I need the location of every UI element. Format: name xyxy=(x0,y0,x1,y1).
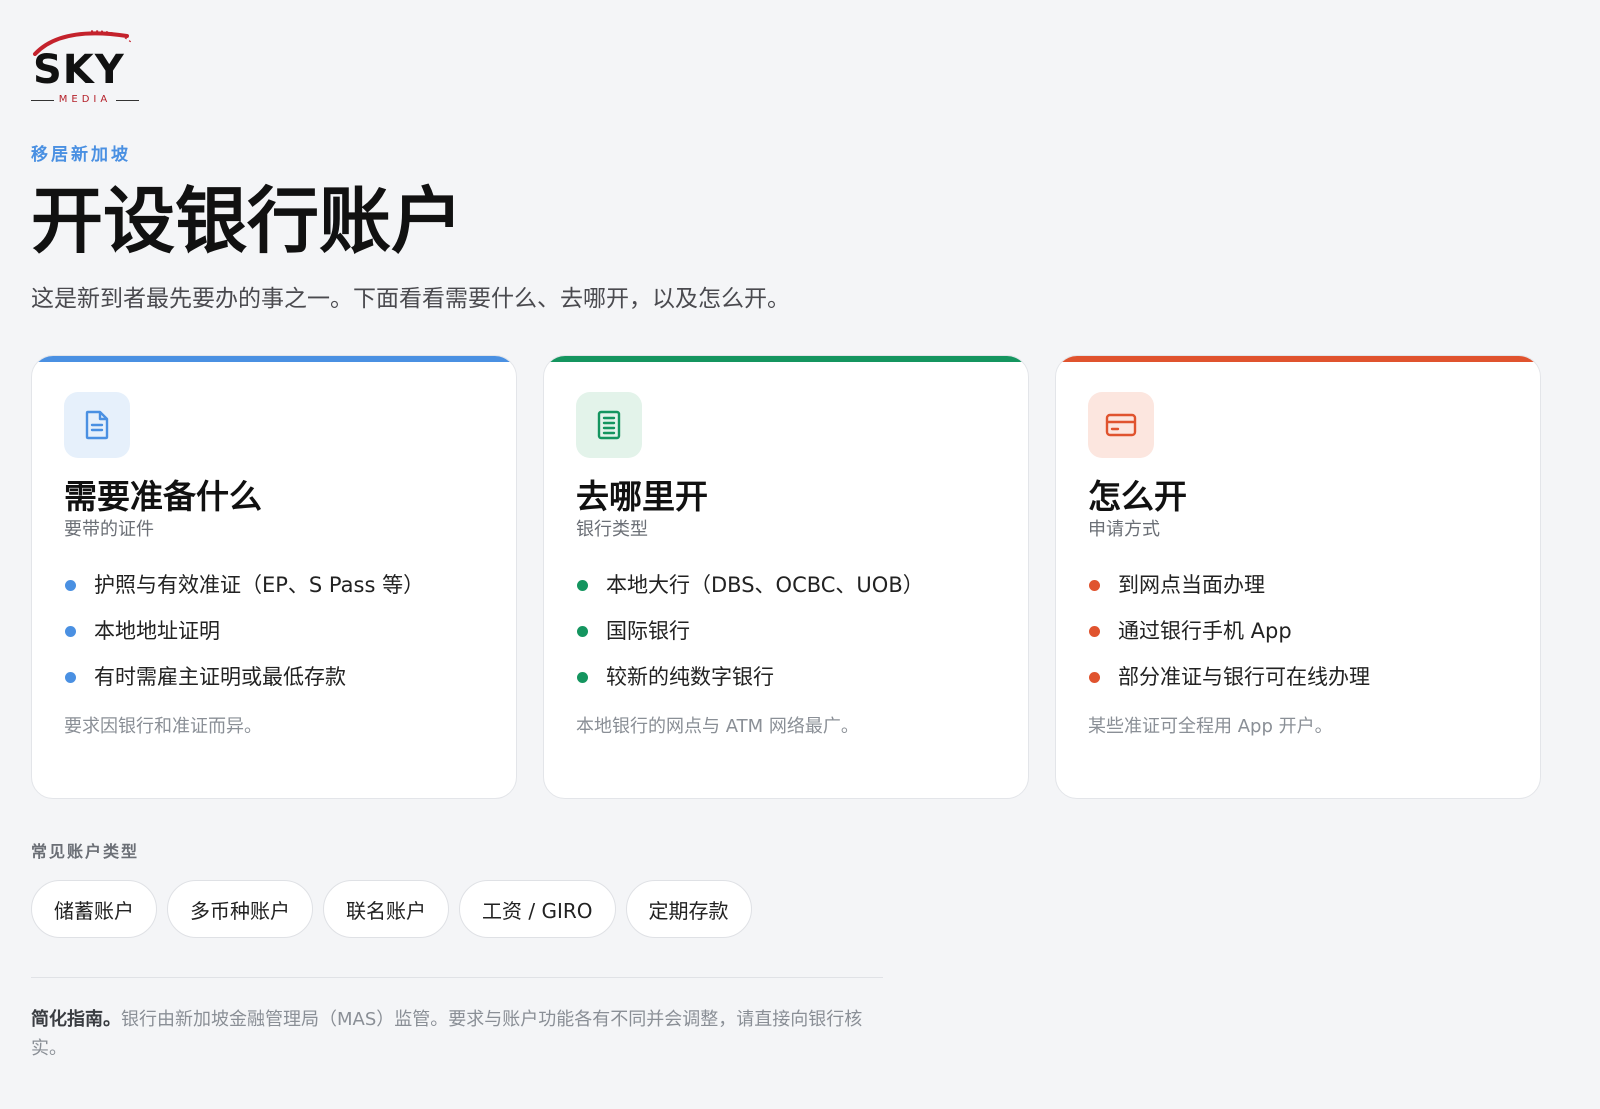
list-item: 本地大行（DBS、OCBC、UOB） xyxy=(576,570,996,600)
card-list: 本地大行（DBS、OCBC、UOB） 国际银行 较新的纯数字银行 xyxy=(576,570,996,692)
sky-media-logo: SKY MEDIA xyxy=(31,26,141,105)
list-item: 部分准证与银行可在线办理 xyxy=(1088,662,1508,692)
footer-bold: 简化指南。 xyxy=(31,1009,121,1030)
card-note: 本地银行的网点与 ATM 网络最广。 xyxy=(576,716,859,737)
divider xyxy=(31,977,883,978)
card-subtitle: 要带的证件 xyxy=(64,519,154,540)
chip-salary-giro[interactable]: 工资 / GIRO xyxy=(459,880,616,938)
eyebrow: 移居新加坡 xyxy=(31,145,131,165)
chip-fixed-deposit[interactable]: 定期存款 xyxy=(625,880,752,938)
card-note: 某些准证可全程用 App 开户。 xyxy=(1088,716,1333,737)
lead-text: 这是新到者最先要办的事之一。下面看看需要什么、去哪开，以及怎么开。 xyxy=(31,286,790,312)
list-item: 本地地址证明 xyxy=(64,616,484,646)
chip-savings[interactable]: 储蓄账户 xyxy=(31,880,157,938)
page-title: 开设银行账户 xyxy=(31,178,464,263)
account-types-label: 常见账户类型 xyxy=(31,842,140,861)
card-title: 去哪里开 xyxy=(576,477,708,516)
card-accent-bar xyxy=(544,356,1028,362)
logo-subtitle: MEDIA xyxy=(31,94,139,106)
list-item: 国际银行 xyxy=(576,616,996,646)
chip-multi-currency[interactable]: 多币种账户 xyxy=(167,880,313,938)
card-accent-bar xyxy=(1056,356,1540,362)
list-item: 护照与有效准证（EP、S Pass 等） xyxy=(64,570,484,600)
footer-note: 简化指南。银行由新加坡金融管理局（MAS）监管。要求与账户功能各有不同并会调整，… xyxy=(31,1005,891,1063)
info-cards: 需要准备什么 要带的证件 护照与有效准证（EP、S Pass 等） 本地地址证明… xyxy=(31,355,1569,799)
card-list: 到网点当面办理 通过银行手机 App 部分准证与银行可在线办理 xyxy=(1088,570,1508,692)
logo-sub-text: MEDIA xyxy=(58,94,112,105)
document-icon xyxy=(64,392,130,458)
footer-text: 银行由新加坡金融管理局（MAS）监管。要求与账户功能各有不同并会调整，请直接向银… xyxy=(31,1009,863,1059)
card-accent-bar xyxy=(32,356,516,362)
list-item: 有时需雇主证明或最低存款 xyxy=(64,662,484,692)
page: SKY MEDIA 移居新加坡 开设银行账户 这是新到者最先要办的事之一。下面看… xyxy=(0,0,1600,1109)
credit-card-icon xyxy=(1088,392,1154,458)
card-where-to-open: 去哪里开 银行类型 本地大行（DBS、OCBC、UOB） 国际银行 较新的纯数字… xyxy=(543,355,1029,799)
card-title: 需要准备什么 xyxy=(64,477,262,516)
logo-word: SKY xyxy=(33,47,125,93)
account-type-chips: 储蓄账户 多币种账户 联名账户 工资 / GIRO 定期存款 xyxy=(31,880,752,938)
card-how-to-open: 怎么开 申请方式 到网点当面办理 通过银行手机 App 部分准证与银行可在线办理… xyxy=(1055,355,1541,799)
list-item: 到网点当面办理 xyxy=(1088,570,1508,600)
card-list: 护照与有效准证（EP、S Pass 等） 本地地址证明 有时需雇主证明或最低存款 xyxy=(64,570,484,692)
card-what-to-prepare: 需要准备什么 要带的证件 护照与有效准证（EP、S Pass 等） 本地地址证明… xyxy=(31,355,517,799)
card-title: 怎么开 xyxy=(1088,477,1187,516)
card-subtitle: 银行类型 xyxy=(576,519,648,540)
card-note: 要求因银行和准证而异。 xyxy=(64,716,262,737)
chip-joint[interactable]: 联名账户 xyxy=(323,880,449,938)
list-item: 通过银行手机 App xyxy=(1088,616,1508,646)
list-item: 较新的纯数字银行 xyxy=(576,662,996,692)
building-list-icon xyxy=(576,392,642,458)
card-subtitle: 申请方式 xyxy=(1088,519,1160,540)
